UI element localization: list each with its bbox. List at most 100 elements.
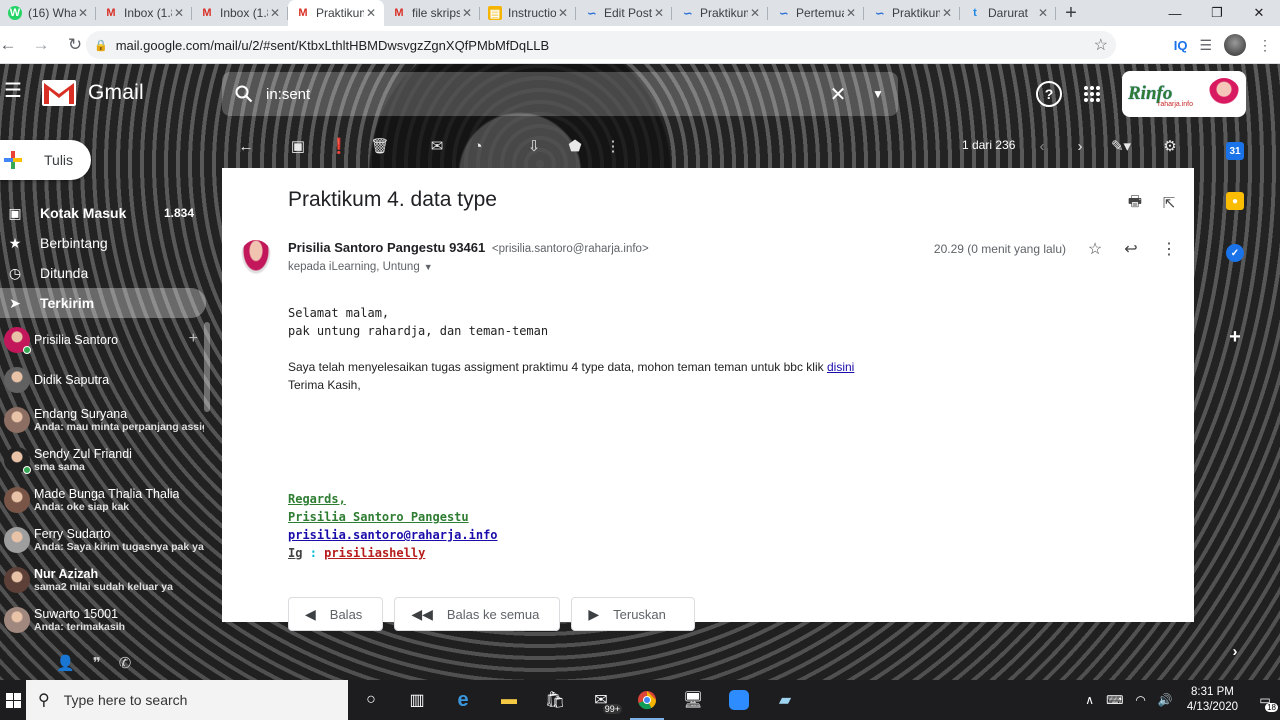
chat-contact[interactable]: Made Bunga Thalia Thalia Anda: oke siap k…: [0, 480, 204, 520]
settings-gear-icon[interactable]: ⚙: [1158, 134, 1182, 158]
browser-tab[interactable]: t Darurat ✕: [960, 0, 1056, 26]
star-email-icon[interactable]: ☆: [1084, 238, 1106, 260]
gmail-logo[interactable]: Gmail: [42, 80, 144, 106]
close-tab-icon[interactable]: ✕: [844, 6, 858, 20]
recipients-line[interactable]: kepada iLearning, Untung ▼: [288, 261, 433, 273]
browser-tab[interactable]: M Inbox (1.834)✕: [192, 0, 288, 26]
close-tab-icon[interactable]: ✕: [940, 6, 954, 20]
taskbar-search[interactable]: ⚲ Type here to search: [26, 680, 348, 720]
tasks-icon[interactable]: ✓: [1226, 244, 1244, 262]
compose-button[interactable]: Tulis: [0, 140, 91, 180]
new-chat-icon[interactable]: +: [189, 330, 198, 348]
notepad-icon[interactable]: ▰: [762, 680, 808, 720]
chat-contact[interactable]: Didik Saputra: [0, 360, 204, 400]
chat-contact[interactable]: Ferry Sudarto Anda: Saya kirim tugasnya p…: [0, 520, 204, 560]
help-icon[interactable]: ?: [1036, 81, 1062, 107]
forward-button[interactable]: ▶ Teruskan: [571, 597, 695, 631]
store-icon[interactable]: 🛍: [532, 680, 578, 720]
browser-tab[interactable]: ∽ Pertemuan✕: [768, 0, 864, 26]
chat-contact[interactable]: Endang Suryana Anda: mau minta perpanjang…: [0, 400, 204, 440]
reply-all-button[interactable]: ◀◀ Balas ke semua: [394, 597, 561, 631]
delete-icon[interactable]: 🗑: [368, 134, 392, 158]
close-tab-icon[interactable]: ✕: [652, 6, 666, 20]
minimize-icon[interactable]: —: [1154, 0, 1196, 26]
reply-button[interactable]: ◀ Balas: [288, 597, 384, 631]
browser-tab[interactable]: ▤ Instructions✕: [480, 0, 576, 26]
mark-unread-icon[interactable]: ✉: [425, 134, 449, 158]
chrome-icon[interactable]: [624, 680, 670, 720]
close-tab-icon[interactable]: ✕: [76, 6, 90, 20]
browser-tab[interactable]: W (16) WhatsApp✕: [0, 0, 96, 26]
zoom-icon[interactable]: [716, 680, 762, 720]
iq-extension-icon[interactable]: IQ: [1174, 38, 1188, 53]
cortana-icon[interactable]: ○: [348, 680, 394, 720]
keep-icon[interactable]: ●: [1226, 192, 1244, 210]
sender-avatar[interactable]: [240, 240, 272, 276]
show-hidden-icons-icon[interactable]: ∧: [1085, 693, 1094, 707]
clear-search-icon[interactable]: ✕: [818, 82, 858, 107]
browser-menu-icon[interactable]: ⋮: [1258, 37, 1272, 54]
body-link[interactable]: disini: [827, 360, 854, 374]
profile-avatar[interactable]: [1224, 34, 1246, 56]
apps-grid-icon[interactable]: [1078, 80, 1106, 108]
browser-tab[interactable]: ∽ Praktikum✕: [864, 0, 960, 26]
reading-list-icon[interactable]: ☰: [1199, 37, 1212, 54]
back-icon[interactable]: ←: [0, 30, 17, 60]
search-options-icon[interactable]: ▼: [858, 87, 898, 101]
browser-tab[interactable]: M Praktikum 4.✕: [288, 0, 384, 26]
newer-email-icon[interactable]: ‹: [1034, 134, 1050, 158]
contacts-icon[interactable]: 👤: [56, 654, 75, 672]
bookmark-star-icon[interactable]: ☆: [1094, 35, 1108, 55]
report-spam-icon[interactable]: ❗: [327, 134, 351, 158]
reply-icon[interactable]: ↩: [1120, 238, 1142, 260]
sidebar-item-kotak-masuk[interactable]: ▣ Kotak Masuk 1.834: [0, 198, 210, 228]
file-explorer-icon[interactable]: ▬: [486, 680, 532, 720]
phone-icon[interactable]: ✆: [119, 654, 132, 672]
snooze-icon[interactable]: ◔: [466, 134, 490, 158]
volume-icon[interactable]: 🔊: [1158, 693, 1173, 707]
start-button[interactable]: [0, 680, 26, 720]
more-email-options-icon[interactable]: ⋮: [1158, 238, 1180, 260]
browser-tab[interactable]: Mfile skripsi ✕: [384, 0, 480, 26]
add-addon-icon[interactable]: +: [1226, 326, 1244, 348]
chat-contact[interactable]: Sendy Zul Friandi sma sama: [0, 440, 204, 480]
show-details-icon[interactable]: ▼: [424, 262, 433, 272]
search-input[interactable]: in:sent: [266, 86, 818, 103]
close-tab-icon[interactable]: ✕: [172, 6, 186, 20]
chat-contact[interactable]: Suwarto 15001 Anda: terimakasih: [0, 600, 204, 640]
mail-app-icon[interactable]: ✉ 99+: [578, 680, 624, 720]
close-tab-icon[interactable]: ✕: [460, 6, 474, 20]
taskbar-clock[interactable]: 8:31 PM 4/13/2020: [1187, 685, 1238, 715]
sidebar-item-berbintang[interactable]: ★ Berbintang: [0, 228, 210, 258]
signature-email-link[interactable]: prisilia.santoro@raharja.info: [288, 528, 498, 542]
new-tab-icon[interactable]: +: [1056, 0, 1086, 26]
address-bar[interactable]: 🔒 mail.google.com/mail/u/2/#sent/KtbxLth…: [86, 31, 1116, 59]
back-to-sent-icon[interactable]: ←: [234, 134, 258, 158]
hangouts-icon[interactable]: ❞: [93, 654, 101, 672]
close-tab-icon[interactable]: ✕: [364, 6, 378, 20]
sidebar-item-terkirim[interactable]: ➤ Terkirim: [0, 288, 206, 318]
search-icon[interactable]: [222, 72, 266, 116]
close-tab-icon[interactable]: ✕: [556, 6, 570, 20]
browser-tab[interactable]: ∽ Praktikum✕: [672, 0, 768, 26]
older-email-icon[interactable]: ›: [1072, 134, 1088, 158]
task-view-icon[interactable]: ▥: [394, 680, 440, 720]
print-icon[interactable]: 🖶: [1124, 192, 1146, 214]
browser-tab[interactable]: ∽ Edit Post ✕: [576, 0, 672, 26]
input-tools-icon[interactable]: ✎▾: [1104, 134, 1138, 158]
close-tab-icon[interactable]: ✕: [748, 6, 762, 20]
edge-icon[interactable]: e: [440, 680, 486, 720]
open-new-window-icon[interactable]: ⇱: [1158, 192, 1180, 214]
move-to-icon[interactable]: ⇩: [522, 134, 546, 158]
wifi-icon[interactable]: ◠: [1135, 693, 1145, 707]
expand-panel-icon[interactable]: ›: [1226, 642, 1244, 660]
search-bar[interactable]: in:sent ✕ ▼: [222, 72, 898, 116]
sidebar-item-ditunda[interactable]: ◷ Ditunda: [0, 258, 210, 288]
archive-icon[interactable]: ▣: [286, 134, 310, 158]
sidebar-scrollbar[interactable]: [204, 322, 210, 412]
browser-tab[interactable]: M Inbox (1.834)✕: [96, 0, 192, 26]
remote-desktop-icon[interactable]: 🖥: [670, 680, 716, 720]
calendar-icon[interactable]: 31: [1226, 142, 1244, 160]
main-menu-icon[interactable]: ☰: [4, 80, 26, 102]
close-tab-icon[interactable]: ✕: [268, 6, 282, 20]
